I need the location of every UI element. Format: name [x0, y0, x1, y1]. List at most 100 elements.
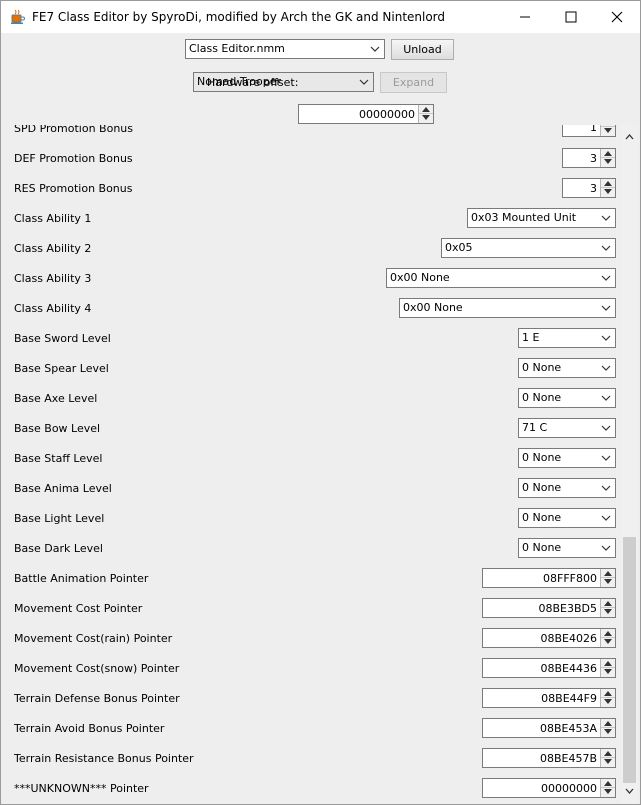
spinner-buttons[interactable]: [600, 125, 615, 136]
spinner-buttons[interactable]: [600, 659, 615, 677]
spinner-down-icon: [604, 128, 612, 133]
chevron-down-icon: [601, 485, 611, 491]
movement-cost-rain-pointer-spinner[interactable]: 08BE4026: [482, 628, 616, 648]
vertical-scrollbar[interactable]: [621, 125, 638, 804]
unknown-pointer-spinner[interactable]: 00000000: [482, 778, 616, 798]
maximize-button[interactable]: [548, 1, 594, 33]
spinner-down-icon: [422, 115, 430, 120]
chevron-down-icon: [601, 305, 611, 311]
scroll-down-icon[interactable]: [625, 788, 634, 794]
spinner-up-icon: [604, 691, 612, 696]
spinner-buttons[interactable]: [600, 749, 615, 767]
battle-animation-pointer-spinner[interactable]: 08FFF800: [482, 568, 616, 588]
spinner-up-icon: [604, 661, 612, 666]
spinner-down-icon: [604, 729, 612, 734]
base-sword-level-select[interactable]: 1 E: [518, 328, 616, 348]
chevron-down-icon: [601, 455, 611, 461]
scroll-up-icon[interactable]: [625, 134, 634, 140]
terrain-resistance-pointer-spinner[interactable]: 08BE457B: [482, 748, 616, 768]
spinner-buttons[interactable]: [600, 569, 615, 587]
base-staff-level-label: Base Staff Level: [14, 452, 103, 465]
movement-cost-snow-pointer-spinner[interactable]: 08BE4436: [482, 658, 616, 678]
module-select-value: Class Editor.nmm: [189, 42, 285, 55]
spinner-up-icon: [604, 571, 612, 576]
spinner-buttons[interactable]: [600, 779, 615, 797]
def-promotion-value: 3: [590, 152, 597, 165]
title-bar[interactable]: FE7 Class Editor by SpyroDi, modified by…: [1, 1, 640, 33]
spinner-buttons[interactable]: [600, 629, 615, 647]
class-ability-1-select[interactable]: 0x03 Mounted Unit: [467, 208, 616, 228]
class-ability-3-select[interactable]: 0x00 None: [386, 268, 616, 288]
chevron-down-icon: [601, 365, 611, 371]
spd-promotion-label: SPD Promotion Bonus: [14, 125, 133, 135]
base-light-level-select[interactable]: 0 None: [518, 508, 616, 528]
base-bow-level-select[interactable]: 71 C: [518, 418, 616, 438]
spd-promotion-spinner[interactable]: 1: [562, 125, 616, 137]
spinner-down-icon: [604, 789, 612, 794]
class-ability-4-value: 0x00 None: [403, 301, 463, 314]
terrain-defense-pointer-label: Terrain Defense Bonus Pointer: [14, 692, 180, 705]
scrollbar-thumb[interactable]: [623, 537, 636, 783]
base-spear-level-select[interactable]: 0 None: [518, 358, 616, 378]
base-spear-level-value: 0 None: [522, 361, 562, 374]
spinner-down-icon: [604, 609, 612, 614]
def-promotion-spinner[interactable]: 3: [562, 148, 616, 168]
hardware-offset-value: 00000000: [359, 108, 415, 121]
class-ability-2-label: Class Ability 2: [14, 242, 92, 255]
spinner-buttons[interactable]: [418, 105, 433, 123]
chevron-down-icon: [601, 515, 611, 521]
spinner-up-icon: [604, 781, 612, 786]
base-light-level-label: Base Light Level: [14, 512, 105, 525]
base-bow-level-label: Base Bow Level: [14, 422, 101, 435]
hardware-offset-label: Hardware offset:: [207, 76, 299, 89]
class-ability-4-select[interactable]: 0x00 None: [399, 298, 616, 318]
spinner-up-icon: [604, 151, 612, 156]
spinner-buttons[interactable]: [600, 599, 615, 617]
spinner-buttons[interactable]: [600, 689, 615, 707]
class-ability-2-select[interactable]: 0x05: [441, 238, 616, 258]
class-fields-panel[interactable]: SPD Promotion Bonus 1 DEF Promotion Bonu…: [1, 125, 640, 804]
minimize-button[interactable]: [502, 1, 548, 33]
res-promotion-spinner[interactable]: 3: [562, 178, 616, 198]
spinner-down-icon: [604, 639, 612, 644]
maximize-icon: [565, 11, 577, 23]
unknown-pointer-label: ***UNKNOWN*** Pointer: [14, 782, 149, 795]
spd-promotion-value: 1: [590, 125, 597, 134]
hardware-offset-spinner[interactable]: 00000000: [298, 104, 434, 124]
spinner-up-icon: [604, 181, 612, 186]
module-select[interactable]: Class Editor.nmm: [185, 39, 385, 59]
base-anima-level-value: 0 None: [522, 481, 562, 494]
terrain-avoid-pointer-spinner[interactable]: 08BE453A: [482, 718, 616, 738]
base-bow-level-value: 71 C: [522, 421, 548, 434]
terrain-avoid-pointer-label: Terrain Avoid Bonus Pointer: [14, 722, 165, 735]
base-dark-level-select[interactable]: 0 None: [518, 538, 616, 558]
movement-cost-pointer-spinner[interactable]: 08BE3BD5: [482, 598, 616, 618]
spinner-buttons[interactable]: [600, 179, 615, 197]
chevron-down-icon: [601, 395, 611, 401]
chevron-down-icon: [601, 215, 611, 221]
spinner-buttons[interactable]: [600, 719, 615, 737]
class-ability-4-label: Class Ability 4: [14, 302, 92, 315]
close-button[interactable]: [594, 1, 640, 33]
expand-button[interactable]: Expand: [380, 72, 447, 93]
chevron-down-icon: [601, 425, 611, 431]
terrain-defense-pointer-spinner[interactable]: 08BE44F9: [482, 688, 616, 708]
base-dark-level-label: Base Dark Level: [14, 542, 103, 555]
base-axe-level-select[interactable]: 0 None: [518, 388, 616, 408]
spinner-up-icon: [604, 751, 612, 756]
base-anima-level-select[interactable]: 0 None: [518, 478, 616, 498]
class-ability-2-value: 0x05: [445, 241, 473, 254]
spinner-down-icon: [604, 189, 612, 194]
base-spear-level-label: Base Spear Level: [14, 362, 109, 375]
chevron-down-icon: [359, 79, 369, 85]
battle-animation-pointer-value: 08FFF800: [543, 572, 597, 585]
spinner-up-icon: [604, 601, 612, 606]
spinner-up-icon: [422, 107, 430, 112]
chevron-down-icon: [601, 335, 611, 341]
base-anima-level-label: Base Anima Level: [14, 482, 112, 495]
movement-cost-pointer-label: Movement Cost Pointer: [14, 602, 143, 615]
base-staff-level-select[interactable]: 0 None: [518, 448, 616, 468]
spinner-buttons[interactable]: [600, 149, 615, 167]
unload-button[interactable]: Unload: [391, 39, 454, 60]
battle-animation-pointer-label: Battle Animation Pointer: [14, 572, 149, 585]
